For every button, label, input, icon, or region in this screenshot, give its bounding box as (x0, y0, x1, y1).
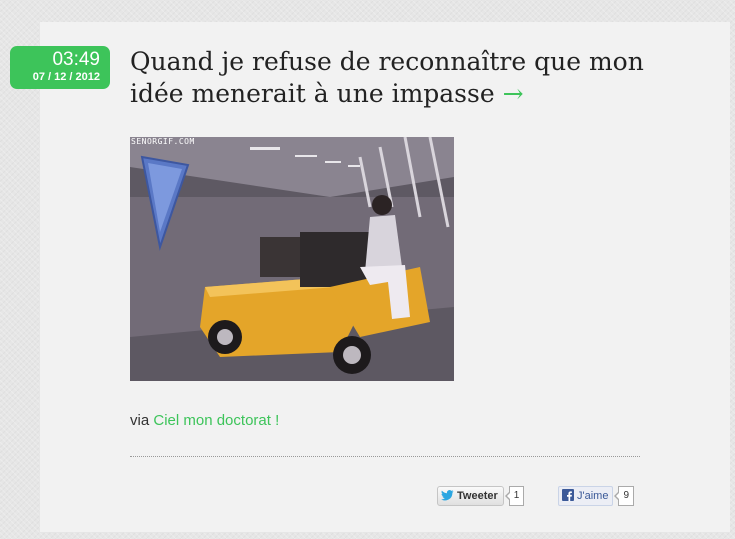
gif-watermark: SENORGIF.COM (131, 137, 195, 146)
post-gif-image: SENORGIF.COM (130, 137, 454, 381)
divider (130, 456, 640, 457)
source-link[interactable]: Ciel mon doctorat ! (153, 412, 279, 429)
via-label: via (130, 412, 150, 429)
twitter-bird-icon (441, 489, 454, 501)
date-badge: 03:49 07 / 12 / 2012 (10, 46, 110, 89)
permalink-arrow-icon[interactable]: → (503, 79, 524, 108)
via-line: via Ciel mon doctorat ! (130, 412, 279, 429)
like-count: 9 (614, 486, 635, 506)
tweet-label: Tweeter (457, 490, 498, 502)
like-widget: J'aime 9 (558, 486, 635, 506)
like-button[interactable]: J'aime (558, 486, 614, 506)
tweet-count: 1 (504, 486, 525, 506)
post-title-text[interactable]: Quand je refuse de reconnaître que mon i… (130, 47, 644, 108)
facebook-f-icon (562, 489, 574, 502)
post-time: 03:49 (52, 49, 100, 70)
post-date: 07 / 12 / 2012 (32, 71, 100, 83)
gif-scene (130, 137, 454, 381)
tweet-button[interactable]: Tweeter (437, 486, 504, 506)
tweet-widget: Tweeter 1 (437, 486, 525, 506)
post-title[interactable]: Quand je refuse de reconnaître que mon i… (130, 46, 690, 110)
like-label: J'aime (577, 490, 609, 502)
